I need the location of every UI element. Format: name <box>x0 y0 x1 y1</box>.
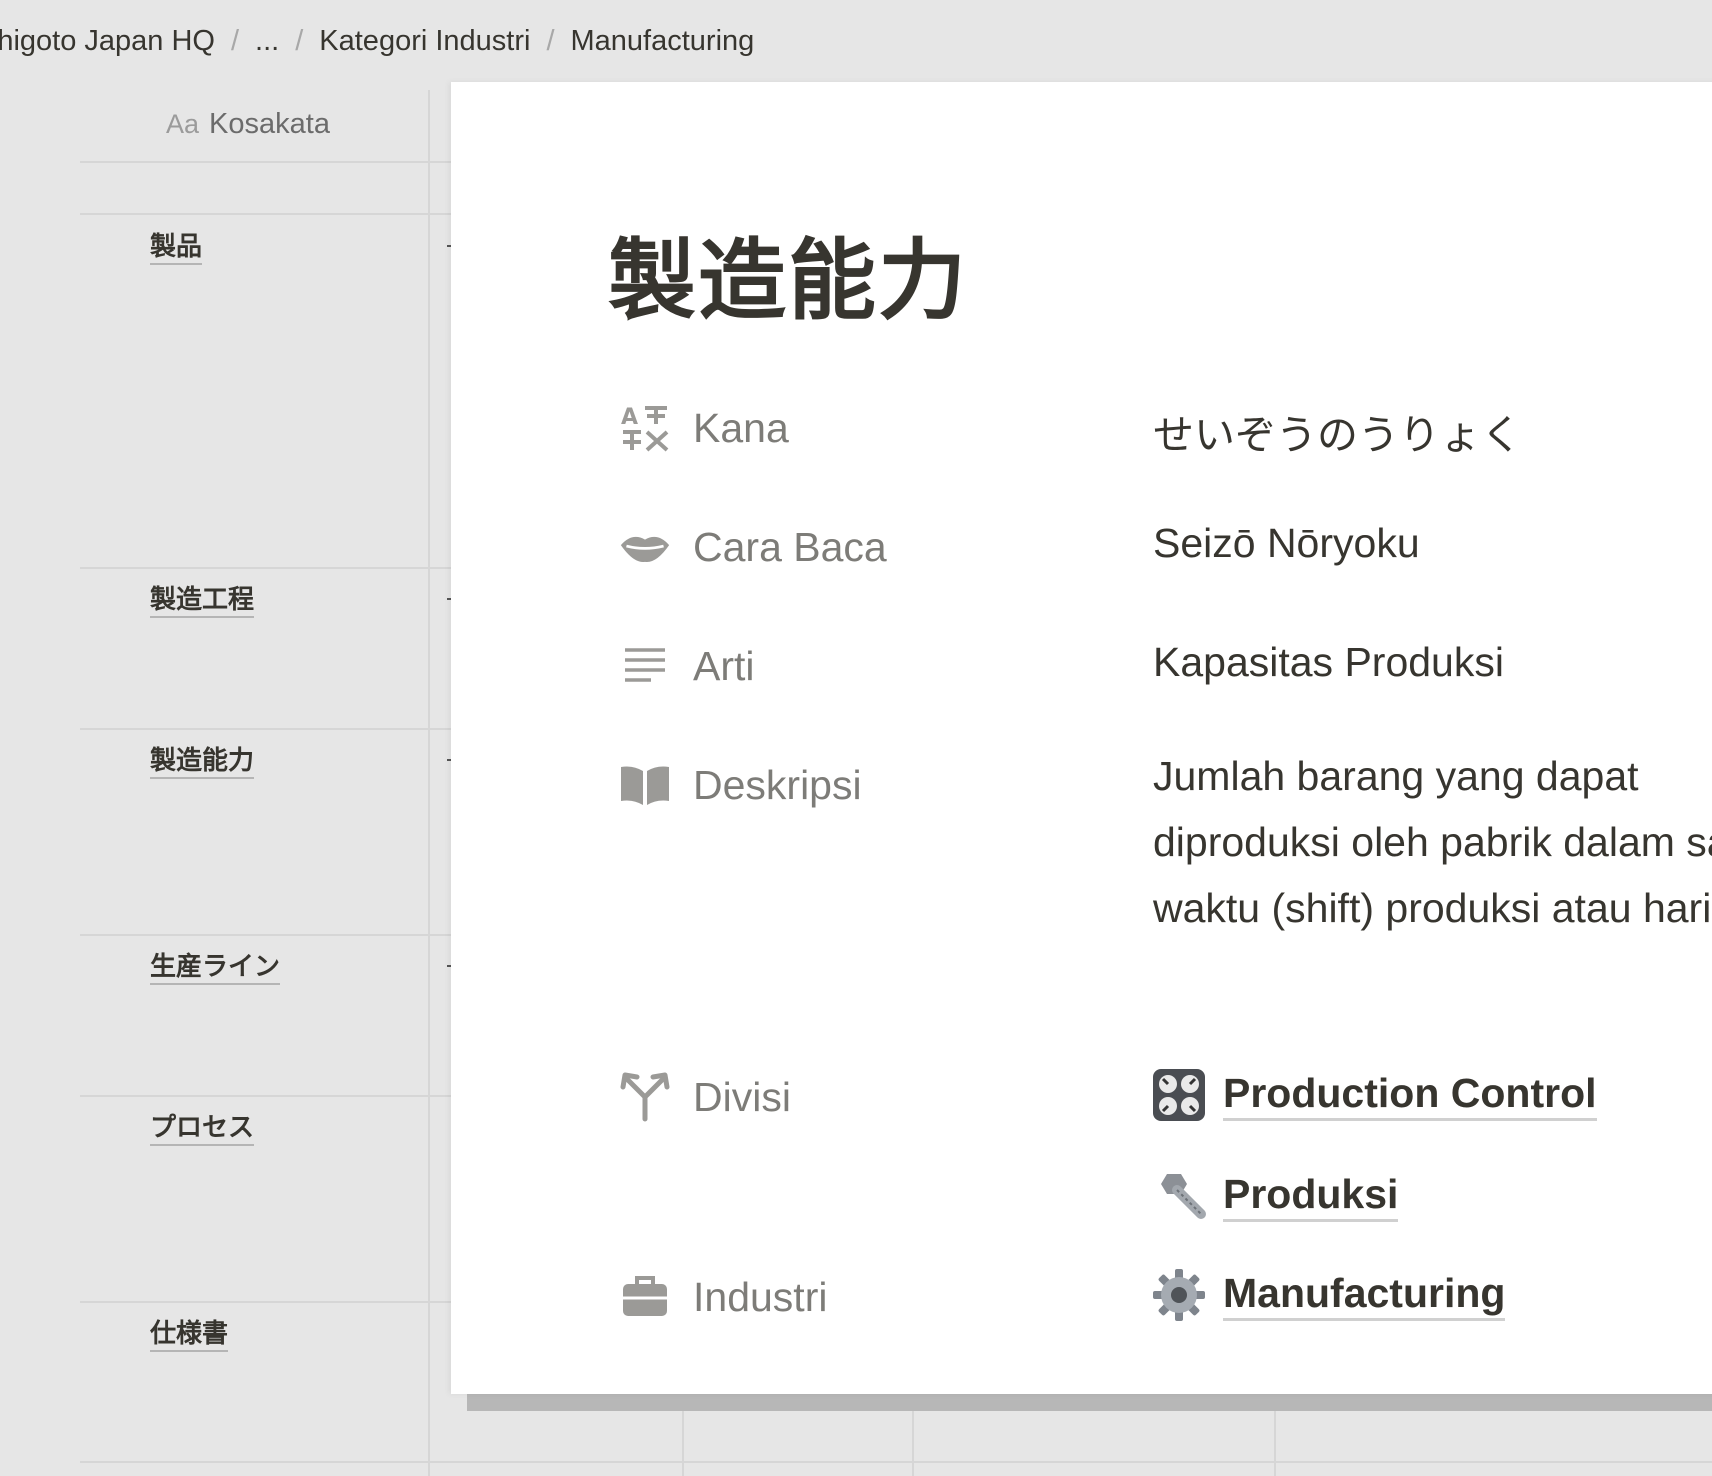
table-row-title[interactable]: 仕様書 <box>150 1318 229 1353</box>
relation-produksi[interactable]: Produksi <box>1151 1168 1399 1224</box>
property-value-kana[interactable]: せいぞうのうりょく <box>1153 401 1522 461</box>
breadcrumb-separator: / <box>546 24 555 57</box>
property-kana[interactable]: A Kana <box>619 402 789 454</box>
gear-icon <box>1151 1267 1207 1323</box>
column-header-kosakata[interactable]: Aa Kosakata <box>166 108 330 141</box>
modal-shadow <box>467 1394 1712 1411</box>
table-row-title[interactable]: 製造工程 <box>150 584 255 619</box>
property-label: Divisi <box>693 1073 791 1120</box>
page-title[interactable]: 製造能力 <box>608 210 968 337</box>
property-label: Industri <box>693 1273 828 1320</box>
title-property-icon: Aa <box>166 109 200 139</box>
table-row-title[interactable]: 生産ライン <box>150 951 281 986</box>
svg-text:A: A <box>621 405 638 430</box>
property-industri[interactable]: Industri <box>619 1271 827 1323</box>
breadcrumb-separator: / <box>295 24 304 57</box>
property-cara-baca[interactable]: Cara Baca <box>619 521 887 573</box>
table-row-title[interactable]: プロセス <box>150 1112 255 1147</box>
lips-icon <box>619 521 671 573</box>
property-label: Kana <box>693 404 789 451</box>
book-icon <box>619 759 671 811</box>
breadcrumb-item-ellipsis[interactable]: ... <box>247 25 287 58</box>
breadcrumb-item-kategori[interactable]: Kategori Industri <box>311 25 538 58</box>
property-arti[interactable]: Arti <box>619 640 755 692</box>
property-value-arti[interactable]: Kapasitas Produksi <box>1153 639 1504 686</box>
page-peek-panel: 製造能力 A Kana せいぞうのうりょく Cara Baca Seizō Nō… <box>451 82 1712 1394</box>
relation-manufacturing[interactable]: Manufacturing <box>1151 1267 1506 1323</box>
property-value-deskripsi[interactable]: Jumlah barang yang dapat diproduksi oleh… <box>1153 743 1712 941</box>
property-deskripsi[interactable]: Deskripsi <box>619 759 862 811</box>
briefcase-icon <box>619 1271 671 1323</box>
table-row-title[interactable]: 製造能力 <box>150 745 255 780</box>
relation-label: Produksi <box>1223 1171 1399 1222</box>
property-label: Deskripsi <box>693 761 862 808</box>
breadcrumb-separator: / <box>230 24 240 57</box>
text-lines-icon <box>619 640 671 692</box>
nut-and-bolt-icon <box>1151 1168 1207 1224</box>
split-arrows-icon <box>619 1071 671 1123</box>
relation-production-control[interactable]: Production Control <box>1151 1067 1597 1123</box>
column-divider <box>428 90 430 1476</box>
row-divider <box>80 1461 1712 1463</box>
relation-label: Manufacturing <box>1223 1270 1506 1321</box>
property-label: Arti <box>693 642 755 689</box>
property-label: Cara Baca <box>693 523 887 570</box>
translate-icon: A <box>619 402 671 454</box>
property-value-cara-baca[interactable]: Seizō Nōryoku <box>1153 520 1420 567</box>
relation-label: Production Control <box>1223 1070 1597 1121</box>
property-divisi[interactable]: Divisi <box>619 1071 791 1123</box>
breadcrumb-item-manufacturing[interactable]: Manufacturing <box>563 25 763 58</box>
breadcrumb: Shigoto Japan HQ / ... / Kategori Indust… <box>0 0 1712 82</box>
table-row-title[interactable]: 製品 <box>150 231 203 266</box>
breadcrumb-item-workspace[interactable]: Shigoto Japan HQ <box>0 25 223 58</box>
column-header-label: Kosakata <box>209 108 330 140</box>
control-knobs-icon <box>1151 1067 1207 1123</box>
